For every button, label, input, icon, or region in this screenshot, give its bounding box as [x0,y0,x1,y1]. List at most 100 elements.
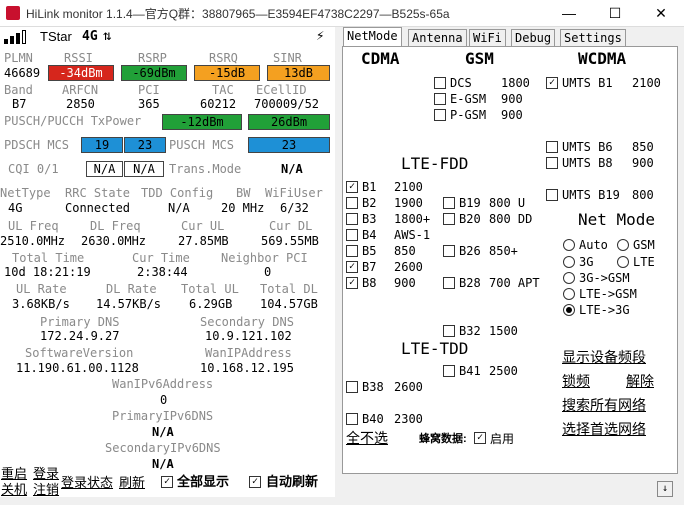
netmode-panel: CDMA GSM WCDMA DCS 1800 E-GSM 900 P-GSM … [342,46,678,474]
pci-value: 365 [138,97,160,111]
show-device-bands-link[interactable]: 显示设备频段 [562,349,646,365]
restart-button[interactable]: 重启 [1,466,27,482]
band-label: Band [4,83,33,97]
lte-b38-freq: 2600 [394,380,423,394]
primary-ipv6-dns-label: PrimaryIPv6DNS [112,409,214,423]
login-status-button[interactable]: 登录状态 [61,475,113,491]
logout-button[interactable]: 注销 [33,482,59,498]
uncheck-all-link[interactable]: 全不选 [346,430,388,446]
shutdown-button[interactable]: 关机 [1,482,27,498]
lte-b26-checkbox[interactable] [443,245,455,257]
lte-b3-checkbox[interactable] [346,213,358,225]
lte-b5-checkbox[interactable] [346,245,358,257]
neighbor-pci-value: 0 [264,265,272,279]
maximize-button[interactable]: ☐ [592,0,638,26]
lte-b7-checkbox[interactable]: ✓ [346,261,358,273]
mode-auto-radio[interactable] [563,239,575,251]
cur-dl-label: Cur DL [269,219,313,233]
gsm-egsm-checkbox[interactable] [434,93,446,105]
lte-b1-checkbox[interactable]: ✓ [346,181,358,193]
tab-netmode[interactable]: NetMode [343,27,402,47]
lte-b28-checkbox[interactable] [443,277,455,289]
pci-label: PCI [138,83,160,97]
lte-b38-checkbox[interactable] [346,381,358,393]
mode-lte-3g-radio[interactable] [563,304,575,316]
lte-b38-label: B38 [362,380,384,394]
lightning-icon: ⚡ [316,28,325,44]
total-time-value: 10d 18:21:19 [4,265,91,279]
lock-band-link[interactable]: 锁频 [562,373,590,389]
lte-b40-checkbox[interactable] [346,413,358,425]
mode-lte-radio[interactable] [617,256,629,268]
tab-debug[interactable]: Debug [511,29,556,47]
lte-b4-checkbox[interactable] [346,229,358,241]
cur-time-label: Cur Time [132,251,190,265]
neighbor-pci-label: Neighbor PCI [221,251,308,265]
auto-refresh-checkbox[interactable]: ✓ [249,476,261,488]
wan-ipv6-label: WanIPv6Address [112,377,214,391]
select-preferred-network-link[interactable]: 选择首选网络 [562,421,646,437]
show-all-checkbox[interactable]: ✓ [161,476,173,488]
cqi-value-0: N/A [86,161,123,177]
cellular-enable-checkbox[interactable]: ✓ [474,432,486,444]
gsm-pgsm-checkbox[interactable] [434,109,446,121]
umts-b19-checkbox[interactable] [546,189,558,201]
tab-wifi[interactable]: WiFi [469,29,506,47]
search-networks-link[interactable]: 搜索所有网络 [562,397,646,413]
ul-freq-label: UL Freq [8,219,59,233]
lte-b8-freq: 900 [394,276,416,290]
lte-b3-freq: 1800+ [394,212,431,226]
tab-settings[interactable]: Settings [560,29,626,47]
mode-lte-gsm-radio[interactable] [563,288,575,300]
mode-lte-label: LTE [633,255,655,269]
lte-b8-checkbox[interactable]: ✓ [346,277,358,289]
unlock-band-link[interactable]: 解除 [626,373,654,389]
secondary-dns-label: Secondary DNS [200,315,294,329]
cqi-label: CQI 0/1 [8,162,59,176]
app-window: HiLink monitor 1.1.4—官方Q群：38807965—E3594… [0,0,684,505]
secondary-ipv6-dns-label: SecondaryIPv6DNS [105,441,221,455]
rsrq-label: RSRQ [209,51,238,65]
net-type-badge: 4G [82,29,98,44]
scroll-down-button[interactable]: ↓ [657,481,673,497]
pdsch-mcs-value-1: 19 [81,137,123,153]
dl-freq-label: DL Freq [90,219,141,233]
umts-b1-checkbox[interactable]: ✓ [546,77,558,89]
login-button[interactable]: 登录 [33,466,59,482]
primary-dns-label: Primary DNS [40,315,120,329]
umts-b6-checkbox[interactable] [546,141,558,153]
mode-3g-gsm-radio[interactable] [563,272,575,284]
close-button[interactable]: ✕ [638,0,684,26]
total-ul-label: Total UL [181,282,239,296]
lte-b4-label: B4 [362,228,377,242]
carrier-name: TStar [40,29,72,44]
tab-antenna[interactable]: Antenna [408,29,467,47]
txpower-pusch-value: -12dBm [162,114,242,130]
mode-3g-radio[interactable] [563,256,575,268]
lte-b19-freq: 800 U [489,196,526,210]
transfer-arrows-icon: ⇅ [103,28,112,44]
gsm-egsm-label: E-GSM [450,92,487,106]
lte-b20-checkbox[interactable] [443,213,455,225]
mode-gsm-radio[interactable] [617,239,629,251]
umts-b8-checkbox[interactable] [546,157,558,169]
umts-b19-label: UMTS B19 [562,188,620,202]
lte-b2-checkbox[interactable] [346,197,358,209]
lte-b32-checkbox[interactable] [443,325,455,337]
gsm-pgsm-label: P-GSM [450,108,487,122]
tac-label: TAC [212,83,234,97]
lte-b41-checkbox[interactable] [443,365,455,377]
cur-dl-value: 569.55MB [261,234,319,248]
lte-fdd-heading: LTE-FDD [401,154,469,173]
secondary-ipv6-dns-value: N/A [152,457,174,471]
umts-b19-freq: 800 [632,188,654,202]
mode-gsm-label: GSM [633,238,655,252]
gsm-dcs-checkbox[interactable] [434,77,446,89]
lte-b19-checkbox[interactable] [443,197,455,209]
minimize-button[interactable]: — [546,0,592,26]
lte-b19-label: B19 [459,196,481,210]
lte-b5-label: B5 [362,244,377,258]
refresh-button[interactable]: 刷新 [119,475,145,491]
mode-3g-label: 3G [579,255,594,269]
plmn-label: PLMN [4,51,33,65]
